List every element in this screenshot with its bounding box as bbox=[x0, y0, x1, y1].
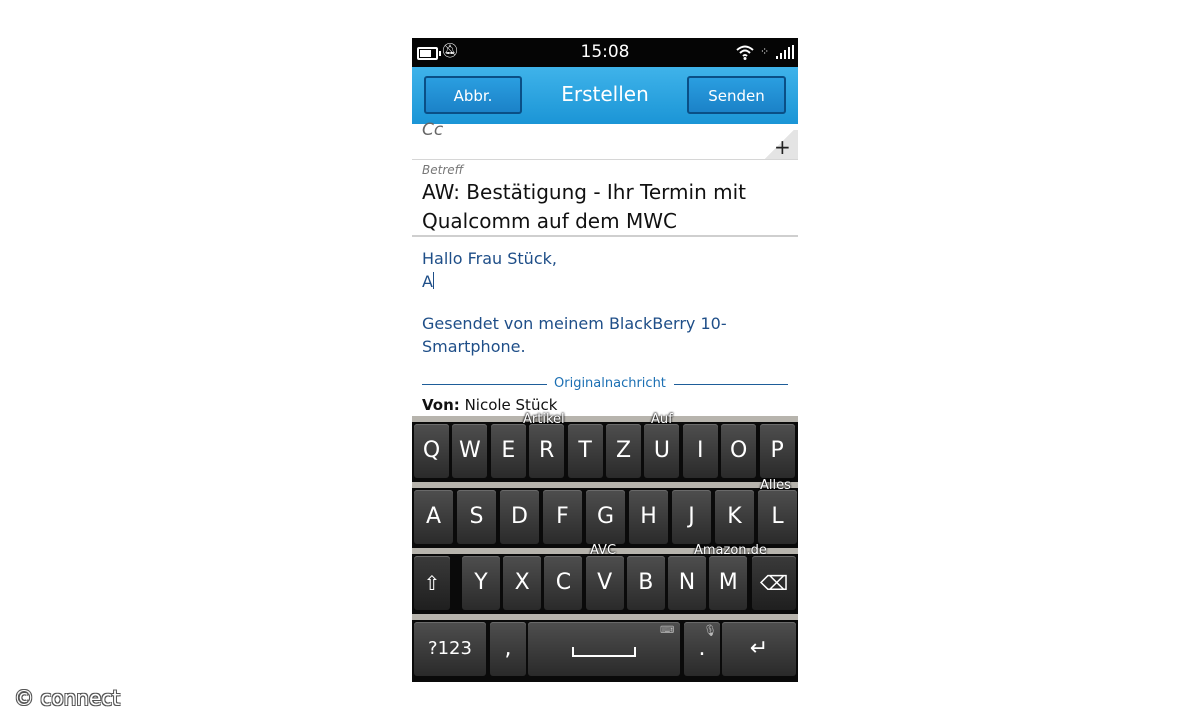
microphone-icon: 🎙︎ bbox=[703, 624, 717, 637]
key-w[interactable]: W bbox=[452, 424, 488, 478]
title-bar: Abbr. Erstellen Senden bbox=[412, 67, 798, 124]
space-icon bbox=[572, 647, 636, 657]
watermark: © connect bbox=[14, 686, 121, 710]
key-a[interactable]: A bbox=[414, 490, 453, 544]
phone-screen: 🔕︎ 15:08 ⁘ Abbr. Erstellen Senden Cc + B… bbox=[412, 38, 798, 682]
key-b[interactable]: B bbox=[626, 556, 665, 610]
key-p[interactable]: P bbox=[759, 424, 795, 478]
key-y[interactable]: Y bbox=[462, 556, 500, 610]
keyboard-frame bbox=[412, 416, 798, 422]
key-r[interactable]: R bbox=[529, 424, 565, 478]
subject-input[interactable]: AW: Bestätigung - Ihr Termin mit Qualcom… bbox=[422, 178, 782, 236]
space-key[interactable] bbox=[528, 622, 680, 676]
backspace-icon: ⌫ bbox=[759, 571, 789, 595]
shift-icon: ⇧ bbox=[423, 571, 441, 595]
subject-line-1: AW: Bestätigung - Ihr Termin mit bbox=[422, 180, 747, 204]
key-g[interactable]: G bbox=[586, 490, 625, 544]
key-h[interactable]: H bbox=[629, 490, 668, 544]
signature-line-1: Gesendet von meinem BlackBerry 10- bbox=[422, 314, 727, 333]
key-j[interactable]: J bbox=[672, 490, 711, 544]
keyboard-frame bbox=[412, 482, 798, 488]
key-t[interactable]: T bbox=[567, 424, 603, 478]
blackberry-icon: ⁘ bbox=[760, 45, 769, 58]
key-m[interactable]: M bbox=[709, 556, 748, 610]
enter-key[interactable]: ↵ bbox=[722, 622, 796, 676]
symbols-key[interactable]: ?123 bbox=[414, 622, 486, 676]
comma-key[interactable]: , bbox=[490, 622, 526, 676]
typed-text: A bbox=[422, 272, 433, 291]
shift-key[interactable]: ⇧ bbox=[414, 556, 450, 610]
subject-line-2: Qualcomm auf dem MWC bbox=[422, 209, 677, 233]
cc-field[interactable]: Cc bbox=[422, 120, 443, 140]
signature-line-2: Smartphone. bbox=[422, 337, 526, 356]
keyboard-frame bbox=[412, 614, 798, 620]
keyboard-icon: ⌨ bbox=[660, 625, 675, 636]
text-cursor bbox=[432, 272, 434, 289]
key-o[interactable]: O bbox=[721, 424, 757, 478]
enter-icon: ↵ bbox=[749, 636, 769, 661]
body-input[interactable]: A bbox=[422, 272, 434, 291]
key-i[interactable]: I bbox=[682, 424, 718, 478]
send-button[interactable]: Senden bbox=[687, 76, 786, 114]
virtual-keyboard: ⇧ ⌫ ?123 , ⌨ . 🎙︎ ↵ Artikel Auf Alles AV… bbox=[412, 412, 798, 682]
key-q[interactable]: Q bbox=[414, 424, 449, 478]
key-d[interactable]: D bbox=[500, 490, 539, 544]
from-label: Von: bbox=[422, 396, 460, 414]
key-c[interactable]: C bbox=[544, 556, 583, 610]
backspace-key[interactable]: ⌫ bbox=[752, 556, 796, 610]
body-greeting[interactable]: Hallo Frau Stück, bbox=[422, 249, 557, 268]
key-x[interactable]: X bbox=[503, 556, 542, 610]
key-f[interactable]: F bbox=[543, 490, 582, 544]
divider bbox=[422, 384, 547, 385]
subject-label: Betreff bbox=[422, 163, 464, 177]
original-message-header: Originalnachricht bbox=[554, 376, 666, 391]
plus-icon[interactable]: + bbox=[774, 135, 791, 159]
status-bar: 🔕︎ 15:08 ⁘ bbox=[412, 38, 798, 67]
key-s[interactable]: S bbox=[457, 490, 496, 544]
key-v[interactable]: V bbox=[585, 556, 624, 610]
key-u[interactable]: U bbox=[644, 424, 680, 478]
key-e[interactable]: E bbox=[490, 424, 526, 478]
divider bbox=[412, 159, 798, 160]
key-k[interactable]: K bbox=[715, 490, 754, 544]
divider bbox=[412, 235, 798, 237]
key-z[interactable]: Z bbox=[606, 424, 641, 478]
divider bbox=[674, 384, 788, 385]
wifi-icon bbox=[736, 45, 754, 60]
key-l[interactable]: L bbox=[758, 490, 797, 544]
key-n[interactable]: N bbox=[668, 556, 706, 610]
signal-icon bbox=[776, 45, 794, 59]
